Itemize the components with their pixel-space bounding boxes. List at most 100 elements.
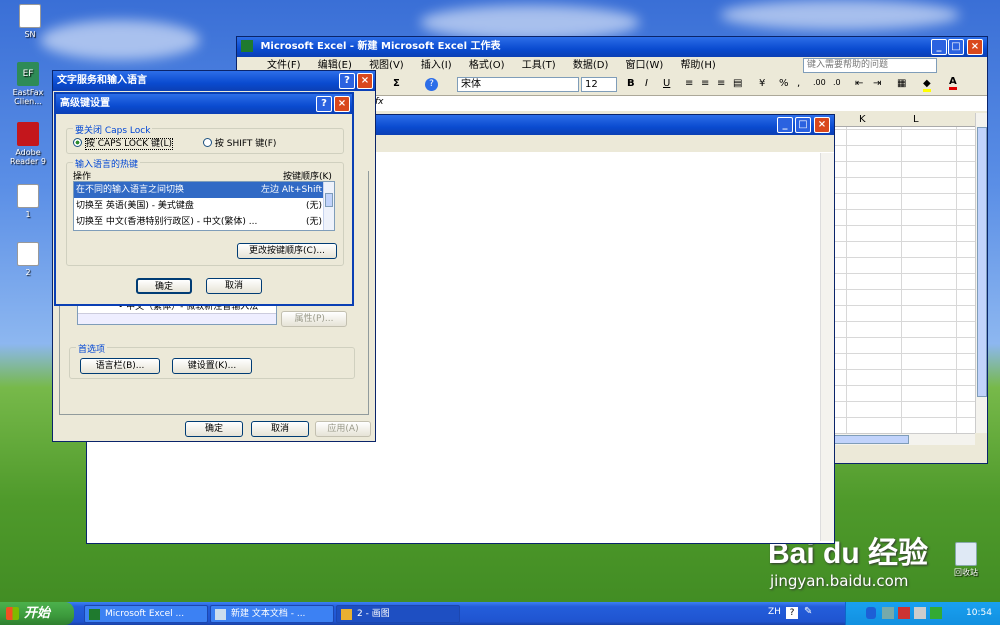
properties-button[interactable]: 属性(P)... [281,311,347,327]
align-center-icon[interactable]: ≡ [701,78,709,89]
text-services-titlebar[interactable]: 文字服务和输入语言 ? × [53,71,375,91]
hotkey-row[interactable]: 切换至 英语(美国) - 美式键盘 (无) [74,198,324,214]
close-icon[interactable]: × [814,117,830,133]
caps-lock-group-label: 要关闭 Caps Lock [73,123,153,136]
bluetooth-icon[interactable] [866,607,876,619]
fx-icon[interactable]: fx [375,97,384,107]
hotkey-action: 在不同的输入语言之间切换 [76,185,185,195]
help-icon[interactable]: ? [425,78,438,91]
text-file-icon [19,4,41,28]
clock[interactable]: 10:54 [966,608,992,618]
shield-icon[interactable] [930,607,942,619]
help-icon[interactable]: ? [316,96,332,112]
font-size-select[interactable]: 12 [581,77,617,92]
font-color-icon[interactable]: A [949,76,957,90]
change-key-sequence-button[interactable]: 更改按键顺序(C)... [237,243,337,259]
key-settings-button[interactable]: 键设置(K)... [172,358,252,374]
radio-caps-lock[interactable]: 按 CAPS LOCK 键(L) [73,136,174,150]
increase-indent-icon[interactable]: ⇥ [873,78,881,89]
taskbar-item-notepad[interactable]: 新建 文本文档 - ... [210,605,334,623]
security-icon[interactable] [898,607,910,619]
bold-icon[interactable]: B [627,78,635,89]
hscroll-thumb[interactable] [829,435,909,444]
align-left-icon[interactable]: ≡ [685,78,693,89]
language-bar-button[interactable]: 语言栏(B)... [80,358,160,374]
menu-data[interactable]: 数据(D) [573,60,609,71]
cancel-button[interactable]: 取消 [206,278,262,294]
taskbar-item-excel[interactable]: Microsoft Excel ... [84,605,208,623]
hotkey-action: 切换至 英语(美国) - 美式键盘 [76,201,194,211]
minimize-icon[interactable]: _ [931,39,947,55]
excel-app-icon [241,40,253,52]
radio-unselected-icon [203,138,212,147]
italic-icon[interactable]: I [645,78,648,89]
close-icon[interactable]: × [357,73,373,89]
document-scrollbar[interactable] [820,153,834,541]
hotkey-sequence: (无) [305,201,322,211]
menu-tools[interactable]: 工具(T) [522,60,556,71]
input-method-icon[interactable]: ✎ [804,606,812,617]
maximize-icon[interactable]: □ [948,39,964,55]
desktop-icon-adobe-reader[interactable]: Adobe Reader 9 [0,122,56,166]
windows-logo-icon [6,607,19,620]
help-icon[interactable]: ? [339,73,355,89]
taskbar: 开始 Microsoft Excel ... 新建 文本文档 - ... 2 -… [0,602,1000,625]
currency-icon[interactable]: ¥ [759,78,765,89]
increase-decimal-icon[interactable]: .00 [813,78,826,87]
text-services-title: 文字服务和输入语言 [57,75,147,86]
help-search-input[interactable]: 键入需要帮助的问题 [803,58,937,73]
hotkey-row[interactable]: 在不同的输入语言之间切换 左边 Alt+Shift [74,182,324,198]
menu-insert[interactable]: 插入(I) [421,60,452,71]
close-icon[interactable]: × [334,96,350,112]
percent-icon[interactable]: % [779,78,789,89]
font-name-select[interactable]: 宋体 [457,77,579,92]
scroll-thumb[interactable] [325,193,333,207]
menu-window[interactable]: 窗口(W) [626,60,664,71]
decrease-decimal-icon[interactable]: .0 [833,78,841,87]
borders-icon[interactable]: ▦ [897,78,906,89]
horizontal-scrollbar[interactable] [827,433,975,445]
hotkeys-scrollbar[interactable] [323,182,334,230]
advanced-keys-title: 高级键设置 [60,98,110,109]
comma-icon[interactable]: , [797,78,800,89]
start-button[interactable]: 开始 [0,602,74,625]
excel-title: Microsoft Excel - 新建 Microsoft Excel 工作表 [260,41,501,52]
minimize-icon[interactable]: _ [777,117,793,133]
fill-color-icon[interactable]: ◆ [923,78,931,92]
merge-icon[interactable]: ▤ [733,78,742,89]
autosum-icon[interactable]: Σ [393,78,400,89]
hotkey-row[interactable]: 切换至 中文(香港特别行政区) - 中文(繁体) ... (无) [74,214,324,230]
close-icon[interactable]: × [967,39,983,55]
caps-lock-group: 要关闭 Caps Lock 按 CAPS LOCK 键(L) 按 SHIFT 键… [66,123,344,154]
maximize-icon[interactable]: □ [795,117,811,133]
advanced-keys-titlebar[interactable]: 高级键设置 ? × [56,94,352,114]
column-header-l[interactable]: L [913,114,919,125]
desktop-icon-eastfax[interactable]: EF EastFax Clien... [0,62,56,106]
radio-shift[interactable]: 按 SHIFT 键(F) [203,136,276,149]
volume-icon[interactable] [914,607,926,619]
ok-button[interactable]: 确定 [136,278,192,294]
apply-button[interactable]: 应用(A) [315,421,371,437]
decrease-indent-icon[interactable]: ⇤ [855,78,863,89]
network-icon[interactable] [882,607,894,619]
list-hscrollbar[interactable] [78,313,276,324]
desktop-icon-2[interactable]: 2 [0,242,56,277]
system-tray: 10:54 [845,602,1000,625]
hotkeys-list[interactable]: 在不同的输入语言之间切换 左边 Alt+Shift 切换至 英语(美国) - 美… [73,181,335,231]
menu-format[interactable]: 格式(O) [469,60,505,71]
align-right-icon[interactable]: ≡ [717,78,725,89]
scroll-thumb[interactable] [977,127,987,397]
column-header-k[interactable]: K [859,114,866,125]
help-icon[interactable]: ? [786,607,798,619]
desktop-icon-sn[interactable]: SN [2,4,58,39]
language-indicator[interactable]: ZH [768,607,781,617]
vertical-scrollbar[interactable] [975,113,987,433]
cancel-button[interactable]: 取消 [251,421,309,437]
underline-icon[interactable]: U [663,78,670,89]
desktop-icon-recycle-bin[interactable]: 回收站 [938,542,994,577]
taskbar-item-paint[interactable]: 2 - 画图 [336,605,460,623]
desktop-icon-1[interactable]: 1 [0,184,56,219]
excel-titlebar[interactable]: Microsoft Excel - 新建 Microsoft Excel 工作表… [237,37,987,57]
menu-help[interactable]: 帮助(H) [680,60,715,71]
ok-button[interactable]: 确定 [185,421,243,437]
